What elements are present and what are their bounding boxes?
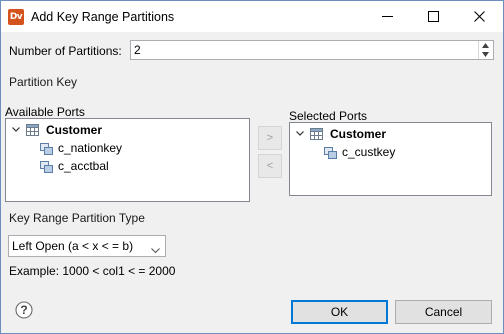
tree-node-table[interactable]: Customer <box>294 125 488 143</box>
help-glyph: ? <box>20 303 28 317</box>
triangle-down-icon <box>482 52 489 57</box>
partitions-input[interactable]: 2 <box>130 40 494 60</box>
column-name: c_acctbal <box>58 159 109 173</box>
close-icon <box>474 11 485 22</box>
window-title: Add Key Range Partitions <box>31 10 175 24</box>
list-item[interactable]: c_custkey <box>294 143 488 161</box>
range-type-label: Key Range Partition Type <box>9 211 145 225</box>
chevron-down-icon[interactable] <box>12 121 21 139</box>
close-button[interactable] <box>457 1 503 32</box>
chevron-down-icon <box>151 243 160 257</box>
list-item[interactable]: c_acctbal <box>10 157 246 175</box>
partitions-label: Number of Partitions: <box>9 44 122 58</box>
chevron-down-icon[interactable] <box>296 125 305 143</box>
partition-key-label: Partition Key <box>9 75 78 89</box>
title-bar: Dv Add Key Range Partitions <box>1 1 503 32</box>
selected-ports-label: Selected Ports <box>289 109 368 123</box>
table-icon <box>26 123 40 137</box>
spin-up-button[interactable] <box>479 41 493 50</box>
partitions-spinner <box>478 41 493 59</box>
help-button[interactable]: ? <box>15 301 33 319</box>
available-ports-label: Available Ports <box>5 105 85 119</box>
cancel-button[interactable]: Cancel <box>395 300 492 324</box>
maximize-button[interactable] <box>411 1 457 32</box>
minimize-icon <box>382 16 393 17</box>
column-name: c_nationkey <box>58 141 123 155</box>
partitions-value: 2 <box>134 43 141 57</box>
remove-port-button[interactable]: < <box>258 154 282 178</box>
maximize-icon <box>428 11 439 22</box>
column-icon <box>324 146 337 159</box>
list-item[interactable]: c_nationkey <box>10 139 246 157</box>
tree-node-table[interactable]: Customer <box>10 121 246 139</box>
add-port-button[interactable]: > <box>258 126 282 150</box>
table-name: Customer <box>330 127 387 141</box>
range-type-value: Left Open (a < x < = b) <box>12 239 134 253</box>
range-type-example: Example: 1000 < col1 < = 2000 <box>9 264 176 278</box>
column-icon <box>40 142 53 155</box>
triangle-up-icon <box>482 43 489 48</box>
selected-ports-tree[interactable]: Customer c_custkey <box>289 122 492 196</box>
dialog-window: Dv Add Key Range Partitions Number of Pa… <box>0 0 504 334</box>
app-icon: Dv <box>8 9 24 25</box>
table-icon <box>310 127 324 141</box>
column-icon <box>40 160 53 173</box>
column-name: c_custkey <box>342 145 396 159</box>
range-type-select[interactable]: Left Open (a < x < = b) <box>8 235 166 257</box>
minimize-button[interactable] <box>365 1 411 32</box>
spin-down-button[interactable] <box>479 50 493 59</box>
table-name: Customer <box>46 123 103 137</box>
available-ports-tree[interactable]: Customer c_nationkey c_acctbal <box>5 118 250 202</box>
ok-button[interactable]: OK <box>291 300 388 324</box>
